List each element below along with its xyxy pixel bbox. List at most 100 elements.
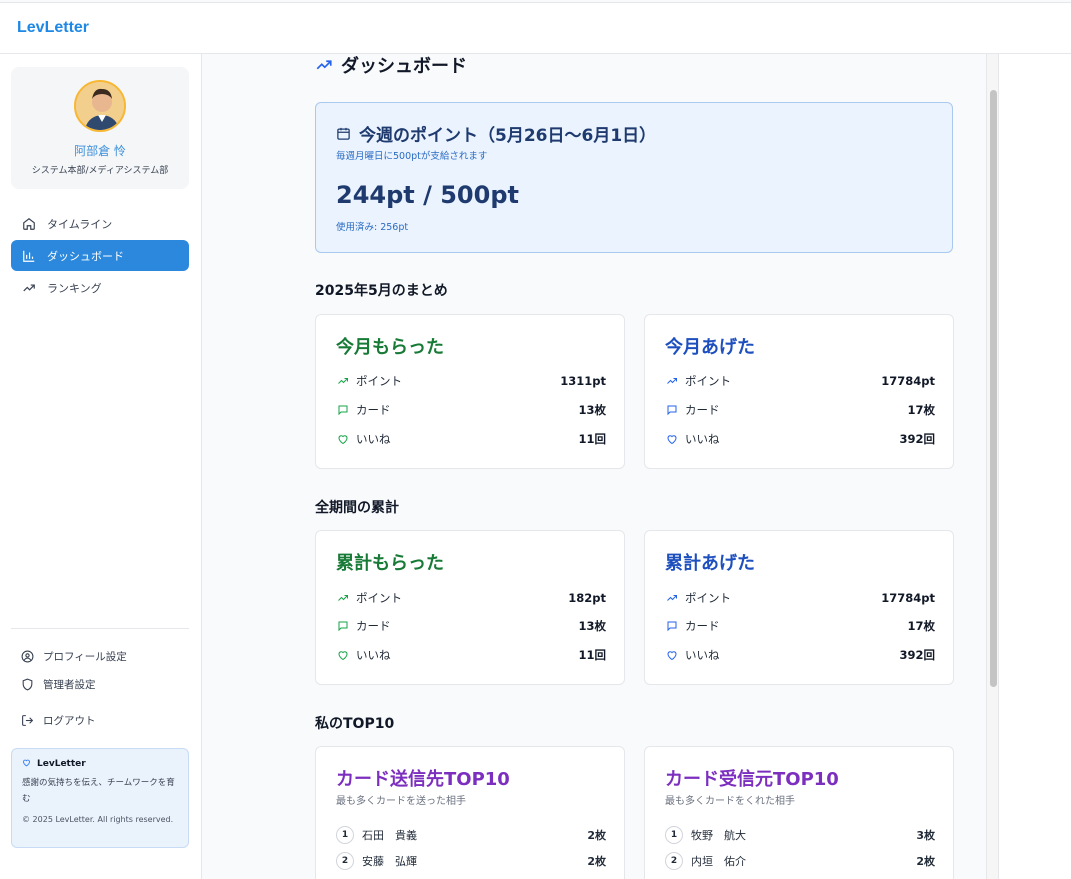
card-title: 今月もらった	[336, 337, 444, 358]
logout-label: ログアウト	[43, 714, 96, 727]
cards-value: 13枚	[578, 403, 606, 417]
sidebar-divider	[11, 628, 189, 629]
heart-icon	[336, 432, 350, 446]
card-title: 今月あげた	[665, 337, 755, 358]
card-subtitle: 最も多くカードを送った相手	[336, 796, 466, 807]
user-circle-icon	[20, 649, 34, 663]
trending-up-icon	[665, 374, 679, 388]
brand-logo[interactable]: LevLetter	[17, 19, 89, 37]
sidebar-item-label: ダッシュボード	[47, 249, 124, 263]
sidebar: 阿部倉 怜 システム本部/メディアシステム部 タイムライン ダッシュボード ラン…	[0, 54, 202, 879]
sidebar-item-dashboard[interactable]: ダッシュボード	[11, 240, 189, 271]
message-icon	[336, 403, 350, 417]
shield-icon	[20, 677, 34, 691]
points-label: ポイント	[685, 374, 731, 388]
list-item[interactable]: 1 石田 貴義 2枚	[336, 825, 606, 845]
points-row: ポイント 182pt	[336, 589, 606, 607]
total-section-title: 全期間の累計	[315, 500, 399, 516]
user-name: 阿部倉 怜	[74, 144, 126, 158]
likes-label: いいね	[356, 432, 391, 446]
profile-settings-link[interactable]: プロフィール設定	[11, 644, 189, 668]
trending-up-icon	[665, 591, 679, 605]
trending-up-icon	[315, 56, 333, 74]
points-label: ポイント	[356, 374, 402, 388]
admin-settings-label: 管理者設定	[43, 678, 96, 691]
sidebar-item-ranking[interactable]: ランキング	[11, 272, 189, 303]
rank-badge: 1	[336, 826, 354, 844]
cards-label: カード	[356, 403, 391, 417]
sidebar-item-timeline[interactable]: タイムライン	[11, 208, 189, 239]
profile-card[interactable]: 阿部倉 怜 システム本部/メディアシステム部	[11, 67, 189, 189]
avatar	[74, 80, 126, 132]
trending-up-icon	[21, 280, 37, 296]
vertical-scrollbar[interactable]	[986, 54, 999, 879]
copyright-text: © 2025 LevLetter. All rights reserved.	[22, 815, 174, 824]
page-title-text: ダッシュボード	[341, 56, 467, 77]
likes-value: 392回	[899, 432, 935, 446]
weekly-points-used: 使用済み: 256pt	[336, 222, 409, 233]
bar-chart-icon	[21, 248, 37, 264]
rank-badge: 2	[665, 852, 683, 870]
app-info-box: LevLetter 感謝の気持ちを伝え、チームワークを育む © 2025 Lev…	[11, 748, 189, 848]
message-icon	[336, 619, 350, 633]
card-count: 2枚	[587, 855, 606, 868]
logout-link[interactable]: ログアウト	[11, 708, 189, 732]
received-top10-card: カード受信元TOP10 最も多くカードをくれた相手 1 牧野 航大 3枚 2 内…	[644, 746, 954, 879]
calendar-icon	[336, 126, 351, 141]
sent-top10-card: カード送信先TOP10 最も多くカードを送った相手 1 石田 貴義 2枚 2 安…	[315, 746, 625, 879]
points-row: ポイント 1311pt	[336, 372, 606, 390]
weekly-points-box: 今週のポイント（5月26日〜6月1日） 毎週月曜日に500ptが支給されます 2…	[315, 102, 953, 253]
points-value: 1311pt	[560, 374, 606, 388]
heart-icon	[665, 648, 679, 662]
cards-label: カード	[685, 619, 720, 633]
total-received-card: 累計もらった ポイント 182pt カード 13枚 いいね 11回	[315, 530, 625, 685]
sidebar-item-label: タイムライン	[47, 217, 113, 231]
info-title-row: LevLetter	[22, 758, 178, 770]
weekly-points-title: 今週のポイント（5月26日〜6月1日）	[336, 121, 656, 146]
rank-badge: 2	[336, 852, 354, 870]
person-name: 牧野 航大	[691, 829, 746, 842]
trending-up-icon	[336, 591, 350, 605]
likes-row: いいね 392回	[665, 430, 935, 448]
cards-row: カード 17枚	[665, 401, 935, 419]
scrollbar-thumb[interactable]	[990, 90, 997, 687]
monthly-received-card: 今月もらった ポイント 1311pt カード 13枚 いいね 11回	[315, 314, 625, 469]
likes-row: いいね 392回	[665, 646, 935, 664]
total-given-card: 累計あげた ポイント 17784pt カード 17枚 いいね 392回	[644, 530, 954, 685]
admin-settings-link[interactable]: 管理者設定	[11, 672, 189, 696]
monthly-given-card: 今月あげた ポイント 17784pt カード 17枚 いいね 392回	[644, 314, 954, 469]
cards-label: カード	[356, 619, 391, 633]
heart-icon	[665, 432, 679, 446]
monthly-section-title: 2025年5月のまとめ	[315, 283, 448, 299]
person-name: 内垣 佑介	[691, 855, 746, 868]
points-label: ポイント	[685, 591, 731, 605]
home-icon	[21, 216, 37, 232]
message-icon	[665, 403, 679, 417]
heart-icon	[22, 758, 31, 770]
card-count: 2枚	[916, 855, 935, 868]
profile-settings-label: プロフィール設定	[43, 650, 127, 663]
card-subtitle: 最も多くカードをくれた相手	[665, 796, 795, 807]
list-item[interactable]: 2 内垣 佑介 2枚	[665, 851, 935, 871]
weekly-points-title-text: 今週のポイント（5月26日〜6月1日）	[359, 126, 657, 146]
weekly-points-subtitle: 毎週月曜日に500ptが支給されます	[336, 151, 488, 162]
rank-badge: 1	[665, 826, 683, 844]
page-title: ダッシュボード	[315, 54, 467, 78]
points-value: 17784pt	[881, 374, 935, 388]
list-item[interactable]: 1 牧野 航大 3枚	[665, 825, 935, 845]
points-value: 17784pt	[881, 591, 935, 605]
likes-label: いいね	[685, 432, 720, 446]
points-row: ポイント 17784pt	[665, 589, 935, 607]
likes-value: 392回	[899, 648, 935, 662]
likes-row: いいね 11回	[336, 646, 606, 664]
message-icon	[665, 619, 679, 633]
cards-value: 17枚	[907, 619, 935, 633]
likes-value: 11回	[578, 648, 606, 662]
top10-section-title: 私のTOP10	[315, 716, 395, 732]
list-item[interactable]: 2 安藤 弘輝 2枚	[336, 851, 606, 871]
cards-row: カード 13枚	[336, 617, 606, 635]
person-name: 安藤 弘輝	[362, 855, 417, 868]
cards-value: 17枚	[907, 403, 935, 417]
sidebar-item-label: ランキング	[47, 281, 102, 295]
right-pane	[999, 54, 1071, 879]
